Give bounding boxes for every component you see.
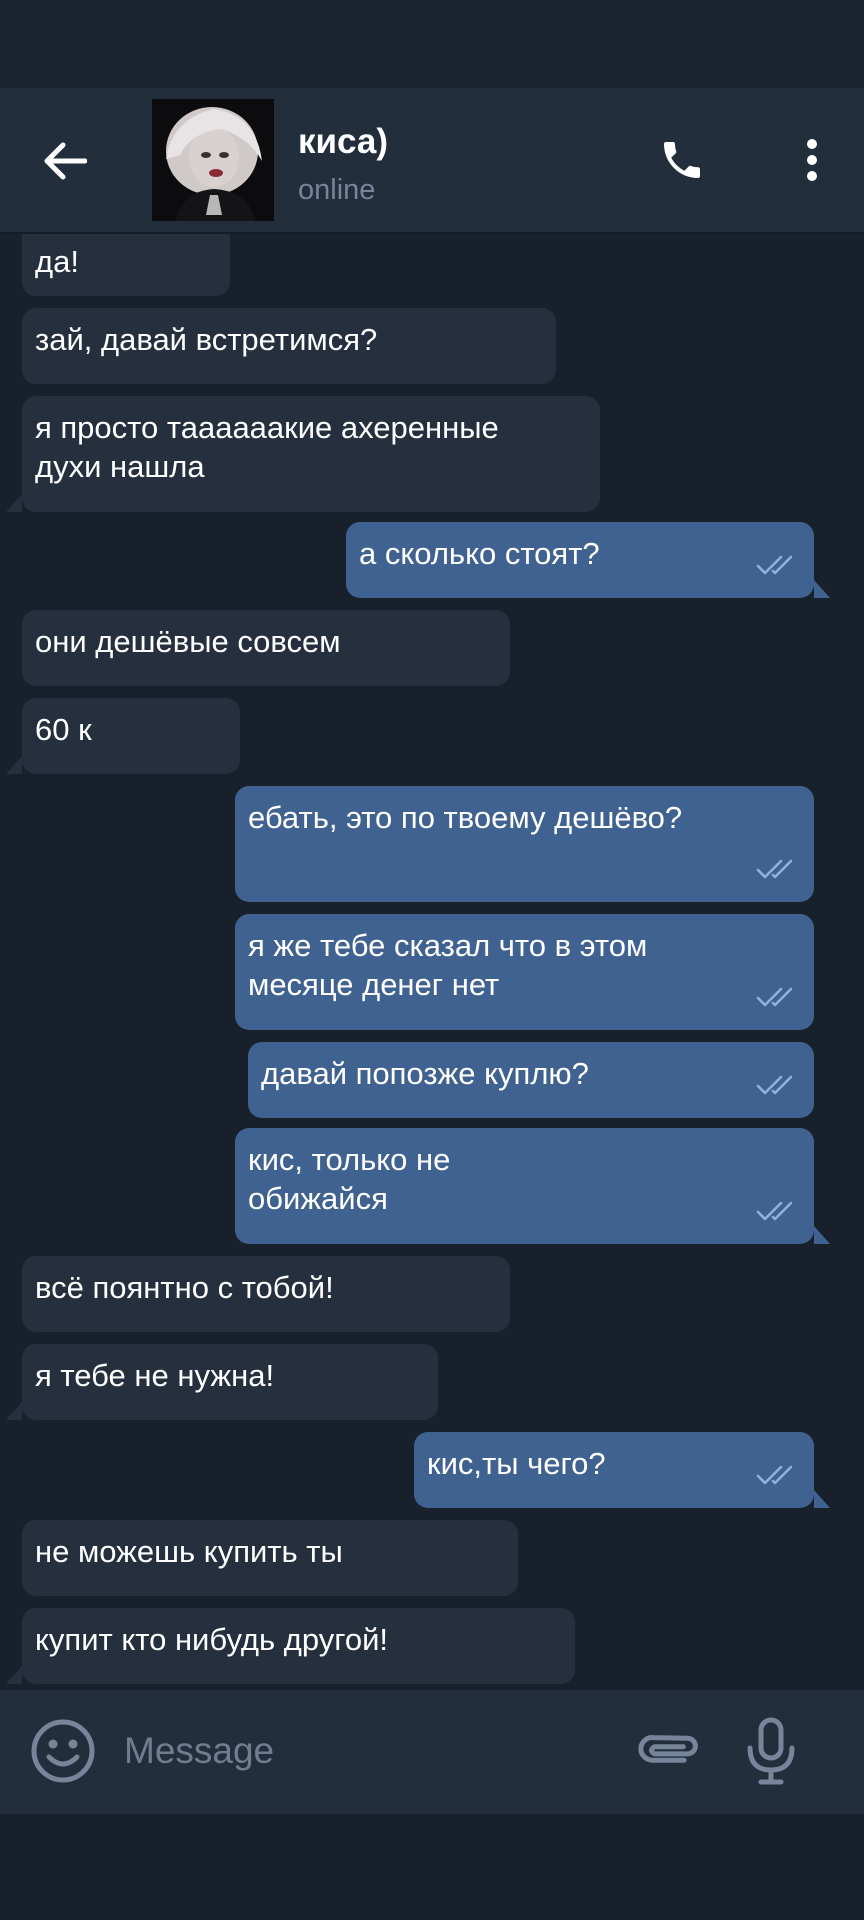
message-text: я просто таааааакие ахеренные духи нашла [35,410,499,484]
message-outgoing[interactable]: кис,ты чего? [414,1432,830,1508]
double-check-icon [756,1201,793,1221]
phone-icon [664,142,700,178]
message-incoming[interactable]: 60 к [6,698,240,774]
double-check-icon [756,555,793,575]
chat-status: online [298,174,376,206]
back-button[interactable] [30,126,100,196]
message-composer [0,1690,864,1814]
more-vertical-icon [807,139,817,181]
attach-button[interactable] [630,1716,700,1786]
message-text: да! [35,244,79,279]
arrow-left-icon [44,142,87,180]
status-bar [0,0,864,88]
paperclip-icon [638,1735,698,1763]
chat-header: киса) online [0,88,864,234]
message-input[interactable] [124,1720,604,1782]
message-text: всё поянтно с тобой! [35,1270,334,1305]
double-check-icon [756,859,793,879]
message-outgoing[interactable]: ебать, это по твоему дешёво? [235,786,814,902]
message-incoming[interactable]: купит кто нибудь другой! [6,1608,575,1684]
message-text: 60 к [35,712,92,747]
message-list[interactable]: да! зай, давай встретимся? я просто тааа… [0,234,864,1686]
more-button[interactable] [790,128,834,192]
double-check-icon [756,1465,793,1485]
call-button[interactable] [650,128,714,192]
message-text: я тебе не нужна! [35,1358,275,1393]
message-incoming[interactable]: я тебе не нужна! [6,1344,438,1420]
emoji-icon [31,1719,95,1783]
message-outgoing[interactable]: кис, только не обижайся [235,1128,830,1244]
message-text: они дешёвые совсем [35,624,341,659]
message-text: кис, только не обижайся [248,1142,451,1216]
message-text: ебать, это по твоему дешёво? [248,800,683,835]
message-text: зай, давай встретимся? [35,322,378,357]
message-outgoing[interactable]: я же тебе сказал что в этом месяце денег… [235,914,814,1030]
message-text: купит кто нибудь другой! [35,1622,389,1657]
message-text: а сколько стоят? [359,536,600,571]
microphone-icon [747,1717,795,1785]
message-outgoing[interactable]: давай попозже куплю? [248,1042,814,1118]
message-text: не можешь купить ты [35,1534,343,1569]
message-incoming[interactable]: зай, давай встретимся? [22,308,556,384]
emoji-button[interactable] [28,1716,98,1786]
chat-name[interactable]: киса) [298,122,388,162]
double-check-icon [756,987,793,1007]
message-incoming[interactable]: они дешёвые совсем [22,610,510,686]
message-incoming[interactable]: всё поянтно с тобой! [22,1256,510,1332]
message-incoming[interactable]: да! [22,234,230,296]
double-check-icon [756,1075,793,1095]
microphone-button[interactable] [736,1714,806,1788]
message-incoming[interactable]: я просто таааааакие ахеренные духи нашла [6,396,600,512]
avatar[interactable] [152,99,274,221]
message-text: давай попозже куплю? [261,1056,589,1091]
message-text: кис,ты чего? [427,1446,606,1481]
message-text: я же тебе сказал что в этом месяце денег… [248,928,648,1002]
message-outgoing[interactable]: а сколько стоят? [346,522,830,598]
bottom-area [0,1814,864,1920]
message-incoming[interactable]: не можешь купить ты [22,1520,518,1596]
